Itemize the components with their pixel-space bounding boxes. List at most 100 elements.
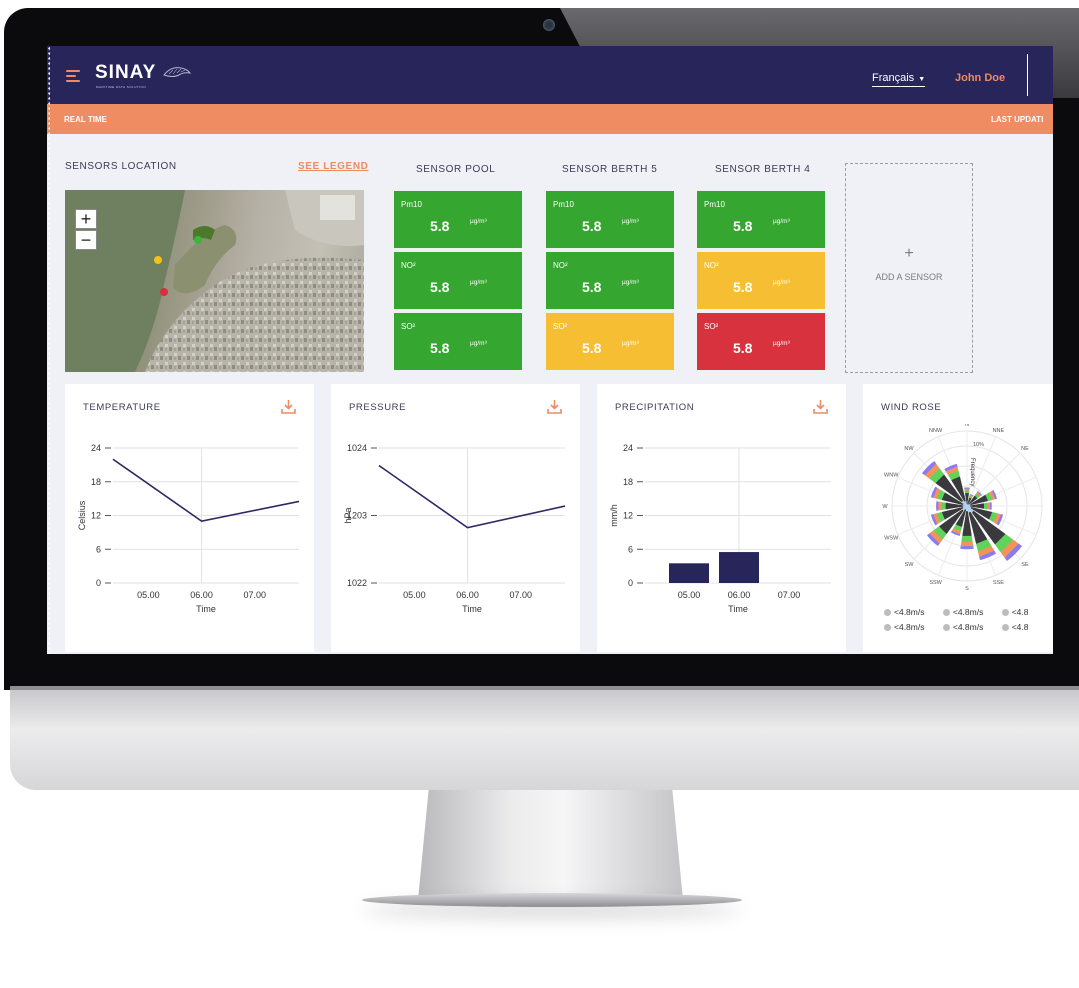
legend-item[interactable]: <4.8 bbox=[1001, 607, 1029, 617]
reading-unit: µg/m³ bbox=[470, 340, 487, 347]
reading-value: 5.8 bbox=[733, 218, 753, 234]
top-bar: SINAY MARITIME DATA SOLUTION Français ▼ J… bbox=[47, 46, 1053, 104]
legend-dot bbox=[1001, 624, 1009, 631]
rose-segment bbox=[964, 490, 970, 494]
wind-legend-row-2: <4.8m/s <4.8m/s <4.8 bbox=[884, 622, 1029, 632]
y-tick-label: 1022 bbox=[347, 578, 367, 588]
direction-label: S bbox=[965, 586, 969, 592]
wind-rose-card: WIND ROSE N NNE NE SE SSE S SSW SW WSW W WNW NW NNW 1… bbox=[863, 384, 1053, 652]
dotted-edge-left bbox=[47, 46, 50, 654]
sensor-tile[interactable]: SO² 5.8 µg/m³ bbox=[697, 313, 825, 370]
sensors-location-title: SENSORS LOCATION bbox=[65, 161, 177, 172]
direction-label: SSE bbox=[993, 580, 1004, 586]
plus-icon: + bbox=[904, 245, 914, 262]
temperature-card: TEMPERATURE 0 6 12 18 24 Celsius Time 05.00 06.0… bbox=[65, 384, 314, 652]
legend-item[interactable]: <4.8m/s bbox=[942, 607, 984, 617]
status-bar: REAL TIME LAST UPDATI bbox=[47, 104, 1053, 134]
reading-label: SO² bbox=[704, 322, 719, 331]
zoom-out-button[interactable]: − bbox=[75, 230, 97, 250]
language-select[interactable]: Français ▼ bbox=[872, 72, 926, 87]
sensor-tile[interactable]: Pm10 5.8 µg/m³ bbox=[546, 191, 674, 248]
sensor-tile[interactable]: Pm10 5.8 µg/m³ bbox=[394, 191, 522, 248]
legend-dot bbox=[884, 624, 891, 631]
legend-label: <4.8m/s bbox=[952, 622, 984, 632]
series-line bbox=[112, 458, 300, 522]
x-axis-label: Time bbox=[728, 604, 748, 614]
hamburger-icon[interactable] bbox=[66, 70, 80, 82]
x-axis-label: Time bbox=[196, 604, 216, 614]
x-tick-label: 06.00 bbox=[456, 590, 479, 600]
reading-unit: µg/m³ bbox=[773, 218, 790, 225]
x-tick-label: 06.00 bbox=[190, 590, 213, 600]
camera bbox=[543, 19, 555, 31]
reading-label: NO² bbox=[553, 261, 568, 270]
sensor-tile[interactable]: NO² 5.8 µg/m³ bbox=[697, 252, 825, 309]
direction-label: NE bbox=[1021, 446, 1029, 452]
direction-label: SSW bbox=[929, 580, 942, 586]
pressure-chart: 102212031024hPaTime05.00 06.00 07.00 bbox=[343, 443, 566, 614]
user-name[interactable]: John Doe bbox=[955, 72, 1005, 84]
legend-dot bbox=[942, 609, 950, 616]
reading-unit: µg/m³ bbox=[470, 279, 487, 286]
sensor-tile[interactable]: NO² 5.8 µg/m³ bbox=[546, 252, 674, 309]
rose-segment bbox=[937, 501, 942, 511]
sensor-tile[interactable]: SO² 5.8 µg/m³ bbox=[546, 313, 674, 370]
top-bar-divider bbox=[1027, 54, 1028, 96]
rose-segment bbox=[964, 487, 970, 489]
y-axis-label: hPa bbox=[343, 507, 353, 523]
download-icon[interactable] bbox=[280, 398, 297, 415]
card-title: PRESSURE bbox=[349, 402, 407, 413]
card-title: PRECIPITATION bbox=[615, 402, 695, 413]
sensor-berth-4-title: SENSOR BERTH 4 bbox=[715, 164, 811, 175]
legend-dot bbox=[884, 609, 891, 616]
caret-down-icon: ▼ bbox=[918, 76, 926, 83]
sensor-map[interactable]: + − bbox=[65, 190, 364, 372]
reading-unit: µg/m³ bbox=[470, 218, 487, 225]
reading-unit: µg/m³ bbox=[773, 279, 790, 286]
reading-label: SO² bbox=[553, 322, 568, 331]
sensor-pool-title: SENSOR POOL bbox=[416, 164, 496, 175]
dolphin-logo-icon bbox=[163, 67, 191, 77]
legend-dot bbox=[942, 624, 950, 631]
see-legend-link[interactable]: SEE LEGEND bbox=[298, 161, 368, 172]
legend-item[interactable]: <4.8 bbox=[1001, 622, 1029, 632]
legend-item[interactable]: <4.8m/s bbox=[942, 622, 984, 632]
rose-segment bbox=[987, 502, 991, 510]
legend-dot bbox=[1001, 609, 1009, 616]
download-icon[interactable] bbox=[812, 398, 829, 415]
rose-segment bbox=[960, 546, 974, 550]
legend-label: <4.8 bbox=[1011, 622, 1029, 632]
reading-value: 5.8 bbox=[430, 279, 450, 295]
direction-label: SE bbox=[1021, 562, 1029, 568]
reading-label: Pm10 bbox=[553, 200, 574, 209]
add-sensor-button[interactable]: + ADD A SENSOR bbox=[845, 163, 973, 373]
rose-segment bbox=[989, 502, 992, 510]
y-tick-label: 12 bbox=[623, 511, 633, 521]
reading-value: 5.8 bbox=[582, 279, 602, 295]
rose-segment bbox=[936, 501, 939, 511]
sensor-tile[interactable]: SO² 5.8 µg/m³ bbox=[394, 313, 522, 370]
series-line bbox=[378, 464, 566, 529]
download-icon[interactable] bbox=[546, 398, 563, 415]
x-tick-label: 06.00 bbox=[728, 590, 751, 600]
legend-label: <4.8 bbox=[1011, 607, 1029, 617]
sensor-berth-5-title: SENSOR BERTH 5 bbox=[562, 164, 658, 175]
x-tick-label: 07.00 bbox=[778, 590, 801, 600]
pressure-card: PRESSURE 1022 1203 1024 hPa Time 05.00 06.00 07… bbox=[331, 384, 580, 652]
sensor-tile[interactable]: NO² 5.8 µg/m³ bbox=[394, 252, 522, 309]
logo-tagline: MARITIME DATA SOLUTION bbox=[96, 85, 147, 89]
screen: SINAY MARITIME DATA SOLUTION Français ▼ J… bbox=[47, 46, 1053, 654]
y-tick-label: 24 bbox=[623, 443, 633, 453]
rose-segment bbox=[941, 501, 946, 511]
direction-label: NNE bbox=[993, 428, 1005, 434]
sensor-tile[interactable]: Pm10 5.8 µg/m³ bbox=[697, 191, 825, 248]
legend-item[interactable]: <4.8m/s bbox=[884, 622, 924, 632]
y-tick-label: 18 bbox=[91, 477, 101, 487]
legend-item[interactable]: <4.8m/s bbox=[884, 607, 924, 617]
y-tick-label: 1024 bbox=[347, 443, 367, 453]
x-tick-label: 07.00 bbox=[509, 590, 532, 600]
monitor-stand-foot bbox=[362, 893, 742, 907]
logo[interactable]: SINAY bbox=[95, 62, 156, 84]
zoom-in-button[interactable]: + bbox=[75, 209, 97, 229]
legend-label: <4.8m/s bbox=[952, 607, 984, 617]
